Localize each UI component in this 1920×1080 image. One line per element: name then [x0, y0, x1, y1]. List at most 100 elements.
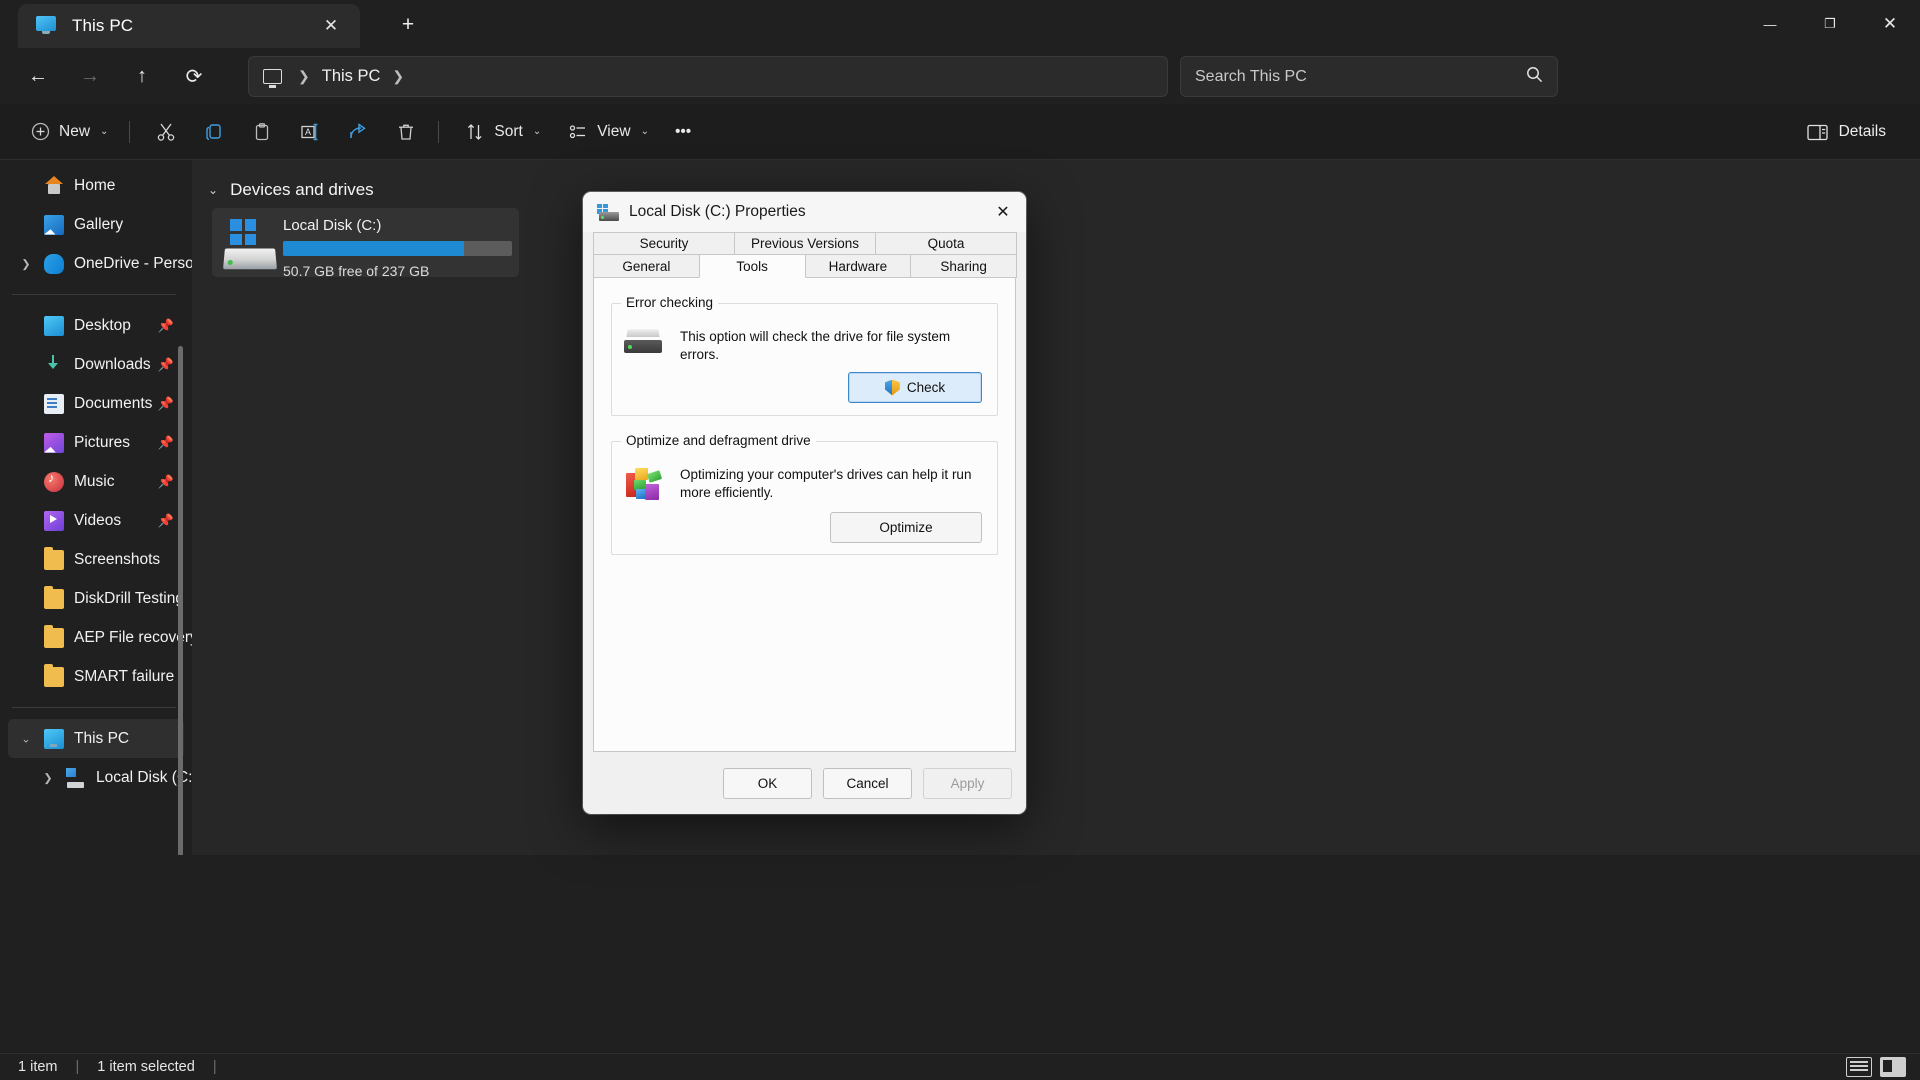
- details-pane-icon: [1807, 121, 1829, 143]
- dialog-tab-row-2: General Tools Hardware Sharing: [593, 255, 1017, 278]
- status-bar: 1 item | 1 item selected |: [0, 1053, 1920, 1080]
- minimize-button[interactable]: —: [1740, 0, 1800, 48]
- list-view-icon[interactable]: [1846, 1057, 1872, 1077]
- group-header-devices-and-drives[interactable]: ⌄ Devices and drives: [208, 180, 374, 200]
- up-button[interactable]: ↑: [120, 56, 164, 96]
- svg-text:A: A: [305, 127, 311, 137]
- sidebar-item-label: Gallery: [74, 215, 124, 233]
- sidebar-item-smart-failure[interactable]: SMART failure: [8, 657, 184, 696]
- sidebar-item-screenshots[interactable]: Screenshots: [8, 540, 184, 579]
- pin-icon[interactable]: 📌: [158, 357, 174, 373]
- optimize-button[interactable]: Optimize: [830, 512, 982, 543]
- back-button[interactable]: ←: [16, 56, 60, 96]
- rename-button[interactable]: A: [288, 113, 332, 151]
- desktop-icon: [44, 315, 64, 336]
- chevron-down-icon: ⌄: [100, 126, 109, 137]
- cancel-button[interactable]: Cancel: [823, 767, 912, 799]
- chevron-right-icon[interactable]: ❯: [20, 257, 32, 270]
- chevron-right-icon[interactable]: ❯: [42, 771, 54, 784]
- toolbar-divider: [129, 120, 131, 143]
- maximize-button[interactable]: ❐: [1800, 0, 1860, 48]
- sidebar-scrollbar[interactable]: [178, 346, 183, 855]
- sort-button[interactable]: Sort ⌄: [453, 113, 552, 151]
- delete-button[interactable]: [384, 113, 428, 151]
- pin-icon[interactable]: 📌: [158, 474, 174, 490]
- close-window-button[interactable]: ✕: [1860, 0, 1920, 48]
- refresh-button[interactable]: ⟳: [172, 56, 216, 96]
- music-icon: [44, 470, 64, 492]
- drive-name: Local Disk (C:): [283, 217, 382, 234]
- tab-tools[interactable]: Tools: [698, 255, 806, 278]
- tab-hardware[interactable]: Hardware: [804, 255, 912, 278]
- address-bar[interactable]: ❯ This PC ❯: [248, 56, 1168, 97]
- sidebar-item-gallery[interactable]: Gallery: [8, 205, 184, 244]
- tiles-view-icon[interactable]: [1880, 1057, 1906, 1077]
- dialog-title: Local Disk (C:) Properties: [629, 203, 806, 220]
- tab-quota[interactable]: Quota: [875, 232, 1017, 255]
- sidebar-item-onedrive[interactable]: ❯ OneDrive - Perso: [8, 244, 192, 283]
- folder-icon: [44, 624, 64, 648]
- navigation-bar: ← → ↑ ⟳ ❯ This PC ❯ Search This PC: [0, 48, 1920, 104]
- sidebar-divider: [12, 294, 176, 295]
- tab-security[interactable]: Security: [593, 232, 735, 255]
- paste-button[interactable]: [240, 113, 284, 151]
- forward-button[interactable]: →: [68, 56, 112, 96]
- sidebar-item-pictures[interactable]: Pictures 📌: [8, 423, 184, 462]
- error-checking-description: This option will check the drive for fil…: [680, 329, 951, 363]
- sidebar-item-this-pc[interactable]: ⌄ This PC: [8, 719, 184, 758]
- pin-icon[interactable]: 📌: [158, 318, 174, 334]
- tab-previous-versions[interactable]: Previous Versions: [734, 232, 876, 255]
- search-box[interactable]: Search This PC: [1180, 56, 1558, 97]
- search-icon: [1526, 66, 1543, 88]
- chevron-down-icon[interactable]: ⌄: [208, 183, 218, 197]
- sidebar-item-aep-file-recovery[interactable]: AEP File recovery: [8, 618, 192, 657]
- breadcrumb-this-pc[interactable]: This PC: [322, 67, 381, 86]
- chevron-down-icon-sort: ⌄: [532, 126, 542, 137]
- check-button-label: Check: [906, 380, 946, 395]
- more-options-button[interactable]: •••: [664, 113, 702, 151]
- breadcrumb-monitor-icon: [263, 69, 282, 88]
- sidebar-item-label: Home: [74, 176, 116, 194]
- search-input[interactable]: Search This PC: [1195, 68, 1526, 86]
- pictures-icon: [44, 432, 64, 453]
- cut-button[interactable]: [144, 113, 188, 151]
- tab-sharing[interactable]: Sharing: [910, 255, 1017, 278]
- breadcrumb-separator-2[interactable]: ❯: [380, 68, 416, 85]
- pin-icon[interactable]: 📌: [158, 513, 174, 529]
- dialog-close-button[interactable]: ✕: [980, 192, 1026, 232]
- sidebar-item-downloads[interactable]: Downloads 📌: [8, 345, 184, 384]
- details-pane-button[interactable]: Details: [1795, 113, 1898, 151]
- sidebar-item-home[interactable]: Home: [8, 166, 184, 205]
- navigation-sidebar[interactable]: Home Gallery ❯ OneDrive - Perso Desktop …: [0, 160, 192, 855]
- chevron-down-icon[interactable]: ⌄: [20, 732, 32, 745]
- apply-button[interactable]: Apply: [923, 767, 1012, 799]
- sidebar-item-documents[interactable]: Documents 📌: [8, 384, 184, 423]
- sidebar-item-label: Downloads: [74, 355, 151, 373]
- ok-button[interactable]: OK: [723, 767, 812, 799]
- plus-circle-icon: [29, 121, 51, 143]
- sidebar-item-music[interactable]: Music 📌: [8, 462, 184, 501]
- view-button[interactable]: View ⌄: [556, 113, 660, 151]
- share-button[interactable]: [336, 113, 380, 151]
- pin-icon[interactable]: 📌: [158, 396, 174, 412]
- sidebar-item-diskdrill-testing[interactable]: DiskDrill Testing: [8, 579, 184, 618]
- command-bar: New ⌄ A Sort ⌄ View ⌄ ••• Details: [0, 104, 1920, 160]
- new-button[interactable]: New ⌄: [18, 113, 119, 151]
- sidebar-item-local-disk-c[interactable]: ❯ Local Disk (C:): [8, 758, 192, 797]
- pc-icon: [44, 728, 64, 749]
- pin-icon[interactable]: 📌: [158, 435, 174, 451]
- tab-general[interactable]: General: [593, 255, 700, 278]
- sidebar-item-videos[interactable]: Videos 📌: [8, 501, 184, 540]
- content-pane: ⌄ Devices and drives Local Disk (C:) 50.…: [192, 160, 1920, 855]
- new-tab-button[interactable]: +: [390, 8, 426, 42]
- explorer-tab-this-pc[interactable]: This PC ✕: [18, 4, 360, 48]
- sidebar-item-desktop[interactable]: Desktop 📌: [8, 306, 184, 345]
- copy-button[interactable]: [192, 113, 236, 151]
- check-button[interactable]: Check: [848, 372, 982, 403]
- close-tab-button[interactable]: ✕: [316, 11, 346, 41]
- optimize-legend: Optimize and defragment drive: [621, 433, 816, 448]
- dialog-footer: OK Cancel Apply: [583, 752, 1026, 814]
- rename-icon: A: [299, 121, 321, 143]
- drive-tile-local-disk-c[interactable]: Local Disk (C:) 50.7 GB free of 237 GB: [212, 208, 519, 279]
- group-title: Devices and drives: [230, 180, 374, 199]
